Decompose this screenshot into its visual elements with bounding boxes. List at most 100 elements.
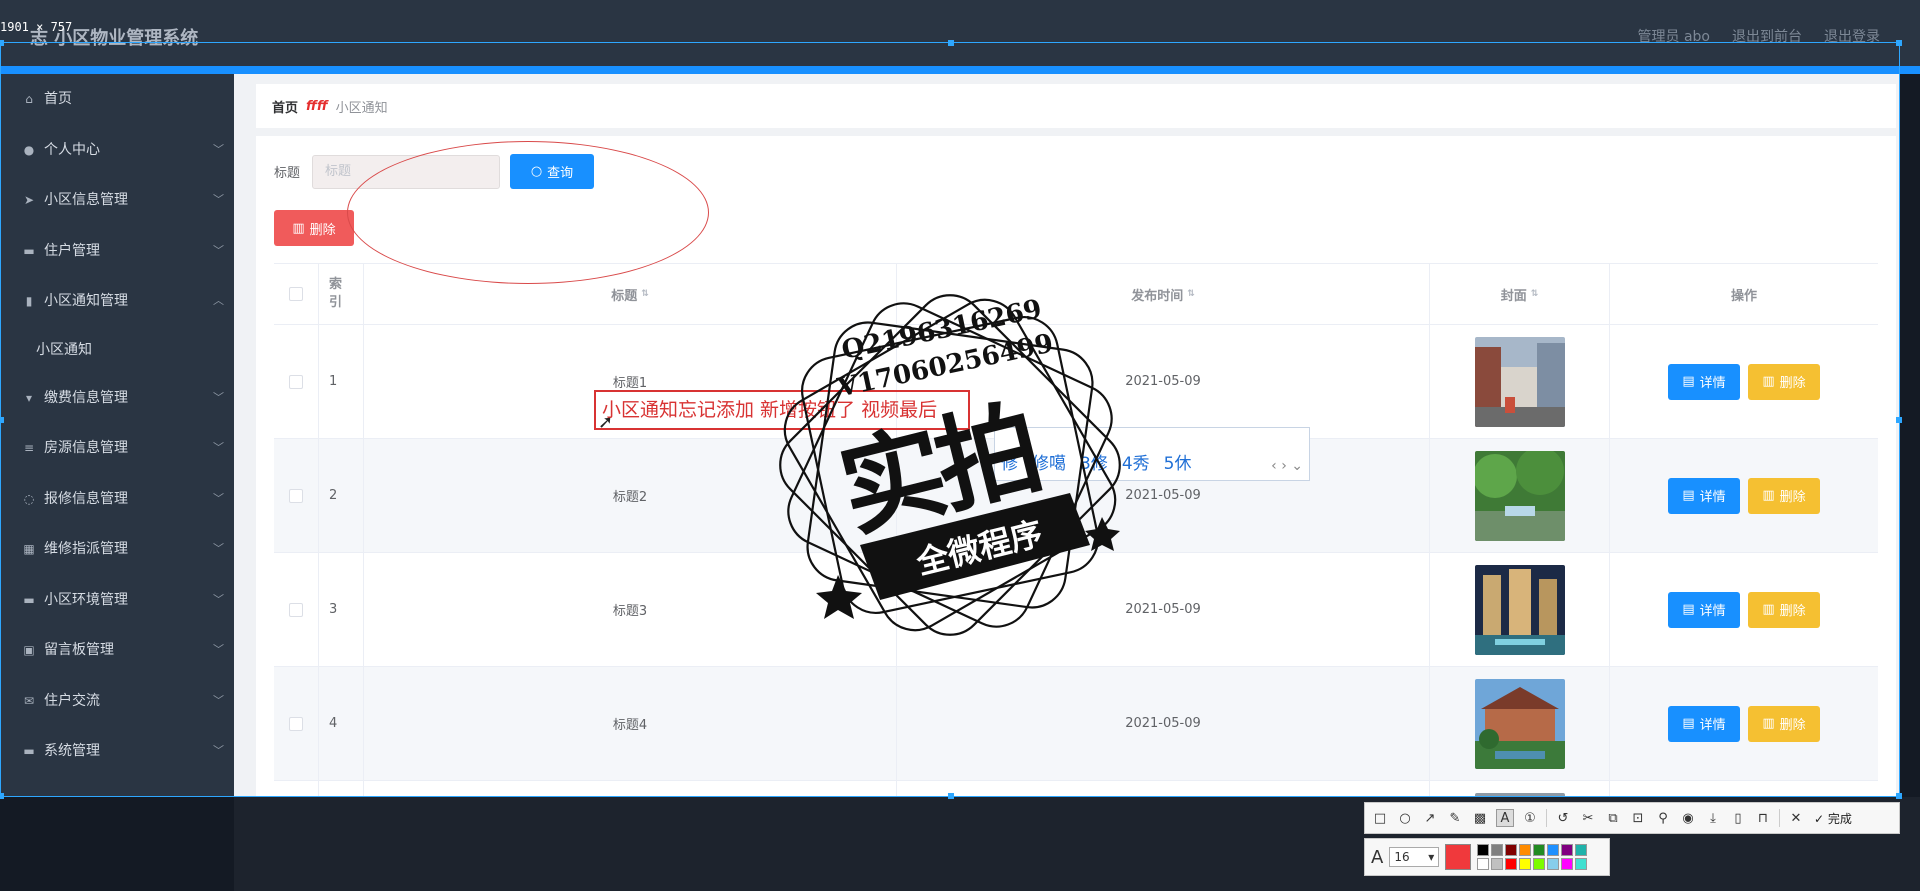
sidebar-item[interactable]: ▮ 小区通知管理 ︿ <box>0 276 234 327</box>
breadcrumb-home[interactable]: 首页 <box>272 97 298 116</box>
scissors-icon[interactable]: ✂ <box>1579 809 1597 827</box>
select-all-checkbox[interactable] <box>289 287 303 301</box>
translate-icon[interactable]: ⧉ <box>1604 809 1622 827</box>
number-tool-icon[interactable]: ① <box>1521 809 1539 827</box>
text-tool-icon[interactable]: A <box>1496 809 1514 827</box>
color-swatch[interactable] <box>1477 858 1490 870</box>
query-button-label: 查询 <box>547 166 574 181</box>
sidebar-item[interactable]: ● 个人中心 ﹀ <box>0 125 234 176</box>
color-swatch[interactable] <box>1505 844 1518 856</box>
color-swatch[interactable] <box>1561 844 1574 856</box>
ellipse-tool-icon[interactable]: ○ <box>1396 809 1414 827</box>
chevron-down-icon: ﹀ <box>213 441 224 454</box>
color-swatch[interactable] <box>1533 858 1546 870</box>
sidebar-item[interactable]: ▦ 维修指派管理 ﹀ <box>0 524 234 575</box>
sidebar-item[interactable]: ◌ 报修信息管理 ﹀ <box>0 474 234 525</box>
title-search-input[interactable] <box>312 154 501 189</box>
mosaic-tool-icon[interactable]: ▩ <box>1471 809 1489 827</box>
capture-size-label: 1901 × 757 <box>0 20 73 34</box>
color-swatch[interactable] <box>1519 844 1532 856</box>
pen-tool-icon[interactable]: ✎ <box>1446 809 1464 827</box>
color-swatch[interactable] <box>1477 844 1490 856</box>
detail-button[interactable]: ▤ 详情 <box>1668 705 1740 742</box>
color-swatch[interactable] <box>1491 858 1504 870</box>
sidebar-item[interactable]: ▬ 系统管理 ﹀ <box>0 726 234 777</box>
done-button[interactable]: ✓ 完成 <box>1814 810 1852 827</box>
sidebar-item[interactable]: ▬ 小区环境管理 ﹀ <box>0 575 234 626</box>
close-icon[interactable]: ✕ <box>1787 809 1805 827</box>
color-swatch[interactable] <box>1519 858 1532 870</box>
sidebar-item[interactable]: ▬ 住户管理 ﹀ <box>0 226 234 277</box>
cover-image[interactable] <box>1474 564 1565 655</box>
undo-icon[interactable]: ↺ <box>1554 809 1572 827</box>
chevron-down-icon: ﹀ <box>213 193 224 206</box>
row-checkbox-cell <box>274 667 319 780</box>
mic-icon: ▮ <box>25 294 33 308</box>
exit-to-front-link[interactable]: 退出到前台 <box>1732 26 1802 46</box>
cover-image[interactable] <box>1474 336 1565 427</box>
header-cover[interactable]: 封面 ⇅ <box>1430 264 1610 324</box>
detail-button[interactable]: ▤ 详情 <box>1668 477 1740 514</box>
row-checkbox[interactable] <box>289 488 303 503</box>
trash-icon: ▥ <box>1762 374 1775 389</box>
table-row[interactable]: 4 标题4 2021-05-09 ▤ 详情 ▥ 删除 <box>274 667 1878 781</box>
sidebar-item[interactable]: ⌂ 首页 <box>0 74 234 125</box>
row-checkbox[interactable] <box>289 602 303 617</box>
sort-icon[interactable]: ⇅ <box>1187 289 1195 299</box>
current-color-swatch[interactable] <box>1445 844 1472 870</box>
detail-button[interactable]: ▤ 详情 <box>1668 591 1740 628</box>
row-checkbox[interactable] <box>289 716 303 731</box>
sidebar-item[interactable]: ✉ 住户交流 ﹀ <box>0 676 234 727</box>
sidebar-item[interactable]: ▣ 留言板管理 ﹀ <box>0 625 234 676</box>
color-swatch[interactable] <box>1547 858 1560 870</box>
chat-icon: ▬ <box>23 592 35 607</box>
pin-icon[interactable]: ⚲ <box>1654 809 1672 827</box>
phone-icon[interactable]: ▯ <box>1729 809 1747 827</box>
row-delete-button[interactable]: ▥ 删除 <box>1748 363 1820 400</box>
row-checkbox-cell <box>274 325 319 438</box>
row-ops: ▤ 详情 ▥ 删除 <box>1610 667 1878 780</box>
rectangle-tool-icon[interactable]: □ <box>1371 809 1389 827</box>
arrow-tool-icon[interactable]: ↗ <box>1421 809 1439 827</box>
logout-link[interactable]: 退出登录 <box>1824 26 1880 46</box>
color-swatch[interactable] <box>1575 844 1588 856</box>
sidebar-item[interactable]: ➤ 小区信息管理 ﹀ <box>0 175 234 226</box>
sort-icon[interactable]: ⇅ <box>641 289 649 299</box>
color-swatch[interactable] <box>1533 844 1546 856</box>
sidebar-item[interactable]: ▾ 缴费信息管理 ﹀ <box>0 373 234 424</box>
ime-candidate[interactable]: 5休 <box>1164 449 1192 474</box>
cover-image[interactable] <box>1474 450 1565 541</box>
sidebar-item[interactable]: ≡ 房源信息管理 ﹀ <box>0 423 234 474</box>
cover-image[interactable] <box>1474 678 1565 769</box>
admin-label[interactable]: 管理员 abo <box>1638 26 1710 46</box>
header-cover-label: 封面 <box>1500 288 1527 304</box>
color-swatch[interactable] <box>1491 844 1504 856</box>
bookmark-icon[interactable]: ⊓ <box>1754 809 1772 827</box>
trash-icon: ▥ <box>1762 716 1775 731</box>
table-row[interactable]: 5标题52021-05-09 ▤详情▥删除 <box>274 781 1878 797</box>
query-button[interactable]: ○ 查询 <box>510 154 595 189</box>
sidebar-item-label: 维修指派管理 <box>44 541 128 557</box>
row-cover <box>1430 553 1610 666</box>
row-delete-label: 删除 <box>1779 376 1806 391</box>
color-swatch[interactable] <box>1561 858 1574 870</box>
color-swatch[interactable] <box>1547 844 1560 856</box>
ime-page-arrows-icon[interactable]: ‹ › ⌄ <box>1271 458 1303 474</box>
color-swatch[interactable] <box>1575 858 1588 870</box>
row-index: 1 <box>319 325 364 438</box>
font-size-select[interactable]: 16 ▾ <box>1389 847 1440 867</box>
row-delete-button[interactable]: ▥ 删除 <box>1748 591 1820 628</box>
ocr-icon[interactable]: ⊡ <box>1629 809 1647 827</box>
row-ops: ▤ 详情 ▥ 删除 <box>1610 553 1878 666</box>
row-checkbox[interactable] <box>289 374 303 389</box>
sort-icon[interactable]: ⇅ <box>1531 289 1539 299</box>
color-swatch[interactable] <box>1505 858 1518 870</box>
download-icon[interactable]: ⤓ <box>1704 809 1722 827</box>
row-delete-button[interactable]: ▥ 删除 <box>1748 477 1820 514</box>
batch-delete-button[interactable]: ▥ 删除 <box>274 210 354 246</box>
record-icon[interactable]: ◉ <box>1679 809 1697 827</box>
submenu-item-notice[interactable]: 小区通知 <box>0 327 234 373</box>
detail-button[interactable]: ▤ 详情 <box>1668 363 1740 400</box>
row-title: 标题5 <box>364 781 897 797</box>
row-delete-button[interactable]: ▥ 删除 <box>1748 705 1820 742</box>
